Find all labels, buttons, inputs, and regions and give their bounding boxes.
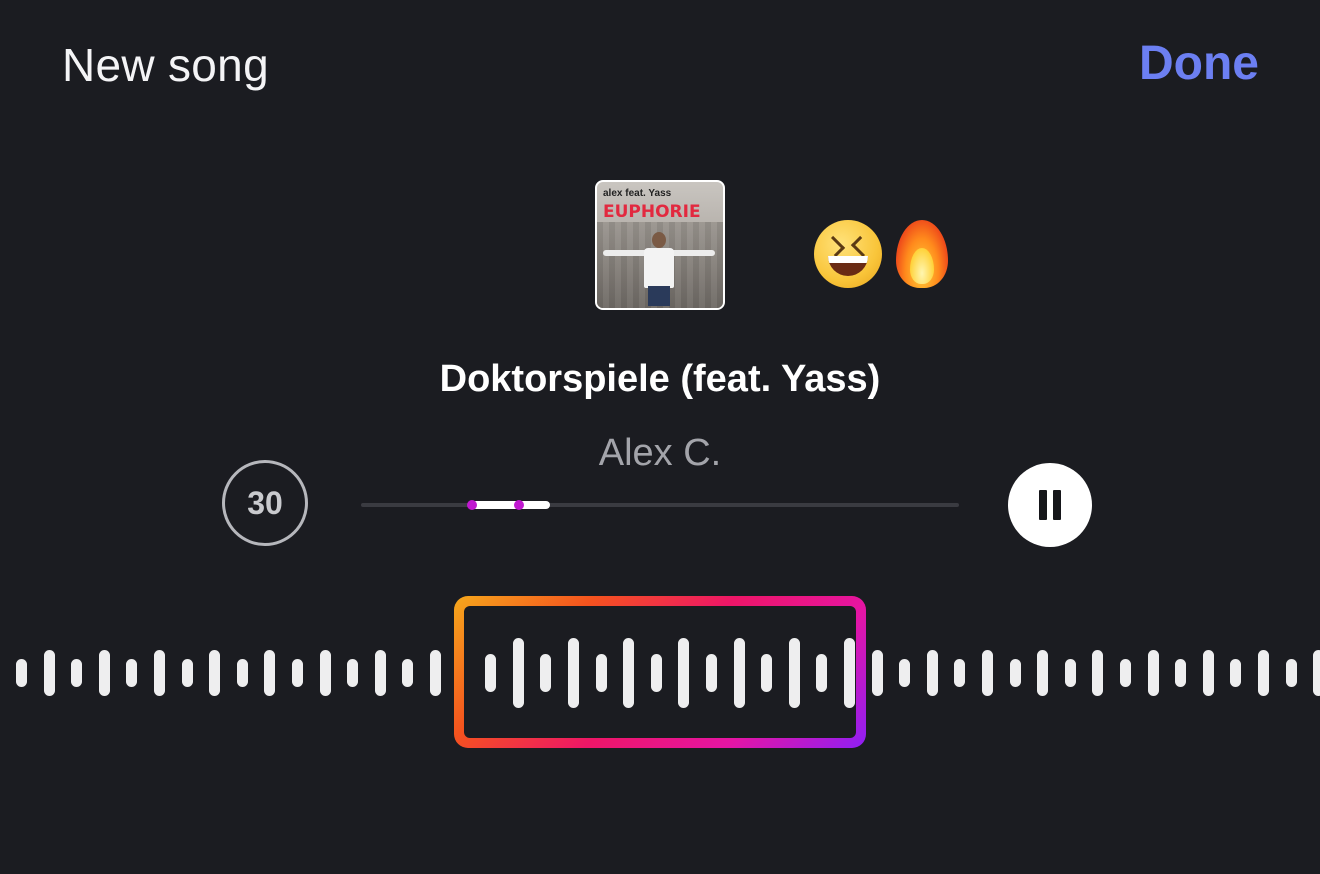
playback-progress-bar[interactable]	[361, 500, 959, 510]
playback-progress-fill	[472, 501, 550, 509]
album-cover-artist: alex feat. Yass	[603, 188, 672, 199]
waveform-bar	[374, 650, 386, 696]
waveform-bar	[926, 650, 938, 696]
pause-button[interactable]	[1008, 463, 1092, 547]
waveform-bar	[982, 650, 993, 696]
album-cover: alex feat. Yass EUPHORIE	[595, 180, 725, 310]
waveform-bar	[347, 659, 359, 687]
song-editor-screen: New song Done alex feat. Yass EUPHORIE D…	[0, 0, 1320, 874]
waveform-bar	[871, 650, 883, 696]
waveform-bar	[264, 650, 276, 696]
waveform-bar	[954, 659, 966, 687]
pause-icon	[1039, 490, 1047, 520]
waveform-bar	[16, 659, 27, 687]
waveform-bar	[430, 650, 441, 696]
artist-name: Alex C.	[598, 432, 722, 474]
waveform-bar	[1120, 659, 1131, 687]
waveform-bar	[899, 659, 911, 687]
waveform-bar	[1147, 650, 1159, 696]
waveform-bar	[209, 650, 221, 696]
waveform-bar	[1313, 650, 1320, 696]
page-title: New song	[62, 39, 269, 91]
waveform-bar	[181, 659, 193, 687]
waveform-bar	[1009, 659, 1021, 687]
waveform-bar	[154, 650, 165, 696]
waveform-bar	[319, 650, 331, 696]
done-button[interactable]: Done	[1139, 36, 1259, 91]
album-cover-title: EUPHORIE	[603, 202, 701, 222]
waveform-bar	[1202, 650, 1214, 696]
waveform-bar	[1285, 659, 1297, 687]
song-title: Doktorspiele (feat. Yass)	[439, 358, 881, 400]
waveform-bar	[1064, 659, 1076, 687]
waveform-bar	[1230, 659, 1242, 687]
waveform-bar	[236, 659, 248, 687]
waveform-bar	[126, 659, 138, 687]
clip-duration-button[interactable]: 30	[222, 460, 308, 546]
grinning-squinting-face-icon	[814, 220, 882, 288]
waveform-bar	[1037, 650, 1049, 696]
waveform-bar	[98, 650, 110, 696]
waveform-bar	[43, 650, 55, 696]
waveform-bar	[1092, 650, 1104, 696]
waveform-bar	[1175, 659, 1187, 687]
waveform-bar	[1258, 650, 1269, 696]
waveform-bar	[292, 659, 303, 687]
fire-icon	[890, 218, 954, 290]
progress-playhead-marker	[513, 500, 524, 510]
reaction-emojis	[814, 218, 954, 290]
waveform-bar	[402, 659, 414, 687]
waveform-bar	[71, 659, 83, 687]
